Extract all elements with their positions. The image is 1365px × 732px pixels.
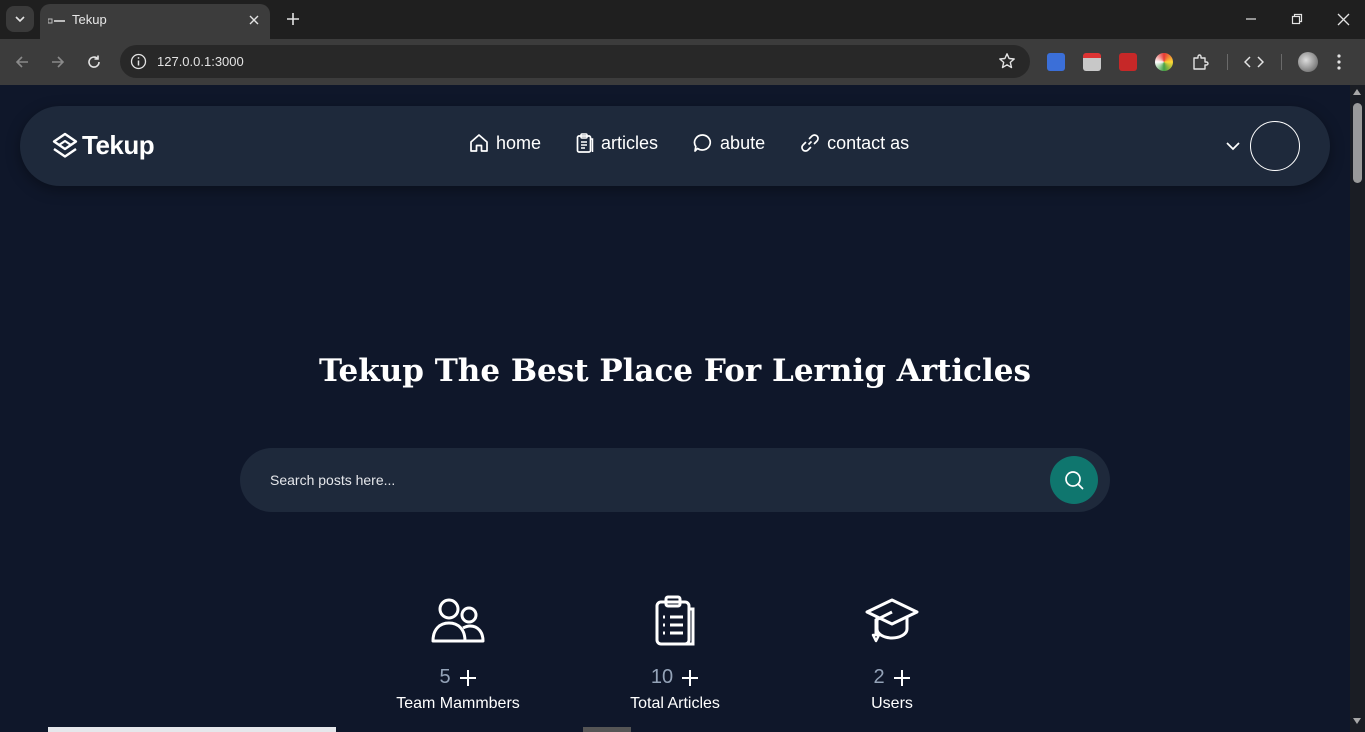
plus-icon (893, 669, 910, 686)
browser-tab[interactable]: Tekup (40, 4, 270, 39)
search-button[interactable] (1050, 456, 1098, 504)
url-text: 127.0.0.1:3000 (157, 54, 244, 69)
stat-count: 10 (650, 666, 674, 688)
chevron-down-icon (15, 16, 25, 23)
stat-total-articles: 10 Total Articles (585, 595, 765, 713)
scroll-down-arrow-icon[interactable] (1353, 718, 1361, 724)
restore-button[interactable] (1286, 8, 1308, 30)
arrow-left-icon (15, 56, 28, 68)
stat-label: Total Articles (630, 695, 720, 712)
tekup-favicon-icon (48, 18, 65, 24)
close-window-button[interactable] (1332, 8, 1354, 30)
search-bar (240, 448, 1110, 512)
address-bar[interactable]: 127.0.0.1:3000 (120, 45, 1030, 78)
restore-icon (1291, 13, 1303, 25)
site-info-icon[interactable] (130, 53, 147, 70)
chevron-down-icon[interactable] (1224, 137, 1242, 155)
stat-count-row: 5 (368, 666, 548, 689)
bookmark-star-icon[interactable] (998, 52, 1016, 70)
toolbar-divider (1281, 54, 1282, 70)
users-icon (431, 598, 485, 643)
extension-icon[interactable] (1119, 53, 1137, 71)
graduation-cap-icon (865, 598, 919, 643)
site-navbar: Tekup home articles abute contact as (20, 106, 1330, 186)
more-options-icon[interactable] (1336, 53, 1342, 71)
stat-count: 2 (873, 666, 885, 688)
close-icon (1337, 13, 1349, 25)
stat-count-row: 2 (802, 666, 982, 689)
nav-link-label: contact as (827, 132, 910, 153)
plus-icon (459, 669, 476, 686)
stat-team-members: 5 Team Mammbers (368, 595, 548, 713)
search-input[interactable] (270, 462, 1030, 498)
tab-title: Tekup (72, 12, 107, 27)
minimize-button[interactable] (1240, 8, 1262, 30)
page-scrollbar[interactable] (1350, 85, 1365, 732)
reload-button[interactable] (83, 51, 105, 73)
extensions-puzzle-icon[interactable] (1191, 53, 1209, 71)
hero-title: Tekup The Best Place For Lernig Articles (319, 353, 1031, 389)
bottom-overlay-strip (48, 727, 336, 732)
stat-label: Users (871, 695, 913, 712)
new-tab-button[interactable] (282, 8, 304, 30)
tab-search-button[interactable] (6, 6, 34, 32)
scroll-up-arrow-icon[interactable] (1353, 89, 1361, 95)
home-icon (470, 134, 488, 152)
clipboard-icon (576, 133, 594, 153)
extension-icon[interactable] (1155, 53, 1173, 71)
nav-link-label: articles (601, 132, 659, 153)
arrow-right-icon (52, 56, 65, 68)
nav-link-label: abute (720, 132, 766, 153)
nav-link-home[interactable]: home (468, 132, 541, 154)
toolbar-divider (1227, 54, 1228, 70)
plus-icon (682, 669, 699, 686)
profile-avatar[interactable] (1298, 52, 1318, 72)
stat-count-row: 10 (585, 666, 765, 689)
chat-bubble-icon (693, 134, 712, 152)
scrollbar-thumb[interactable] (1353, 103, 1362, 183)
layers-logo-icon (52, 132, 78, 158)
nav-link-contact[interactable]: contact as (799, 132, 909, 154)
nav-link-about[interactable]: abute (692, 132, 765, 154)
minimize-icon (1246, 18, 1256, 20)
page-content: Tekup home articles abute contact as Tek… (0, 85, 1350, 732)
nav-links: home articles abute contact as (468, 132, 909, 154)
nav-link-label: home (496, 132, 542, 153)
reload-icon (88, 55, 100, 68)
link-icon (801, 134, 819, 152)
close-icon (249, 15, 259, 25)
stat-count: 5 (439, 666, 451, 688)
plus-icon (287, 13, 299, 25)
site-logo[interactable]: Tekup (52, 130, 155, 161)
nav-link-articles[interactable]: articles (575, 132, 658, 154)
clipboard-list-icon (655, 595, 695, 646)
translate-extension-icon[interactable] (1047, 53, 1065, 71)
search-icon (1065, 471, 1084, 490)
logo-text: Tekup (82, 130, 155, 160)
horizontal-scroll-thumb[interactable] (583, 727, 631, 732)
forward-button[interactable] (47, 51, 69, 73)
stat-users: 2 Users (802, 595, 982, 713)
back-button[interactable] (11, 51, 33, 73)
browser-tab-bar: Tekup (0, 0, 1365, 39)
extension-icon[interactable] (1083, 53, 1101, 71)
code-icon[interactable] (1244, 54, 1264, 70)
tab-close-button[interactable] (246, 12, 262, 28)
user-avatar[interactable] (1250, 121, 1300, 171)
stat-label: Team Mammbers (396, 695, 520, 712)
browser-toolbar: 127.0.0.1:3000 (0, 39, 1365, 85)
